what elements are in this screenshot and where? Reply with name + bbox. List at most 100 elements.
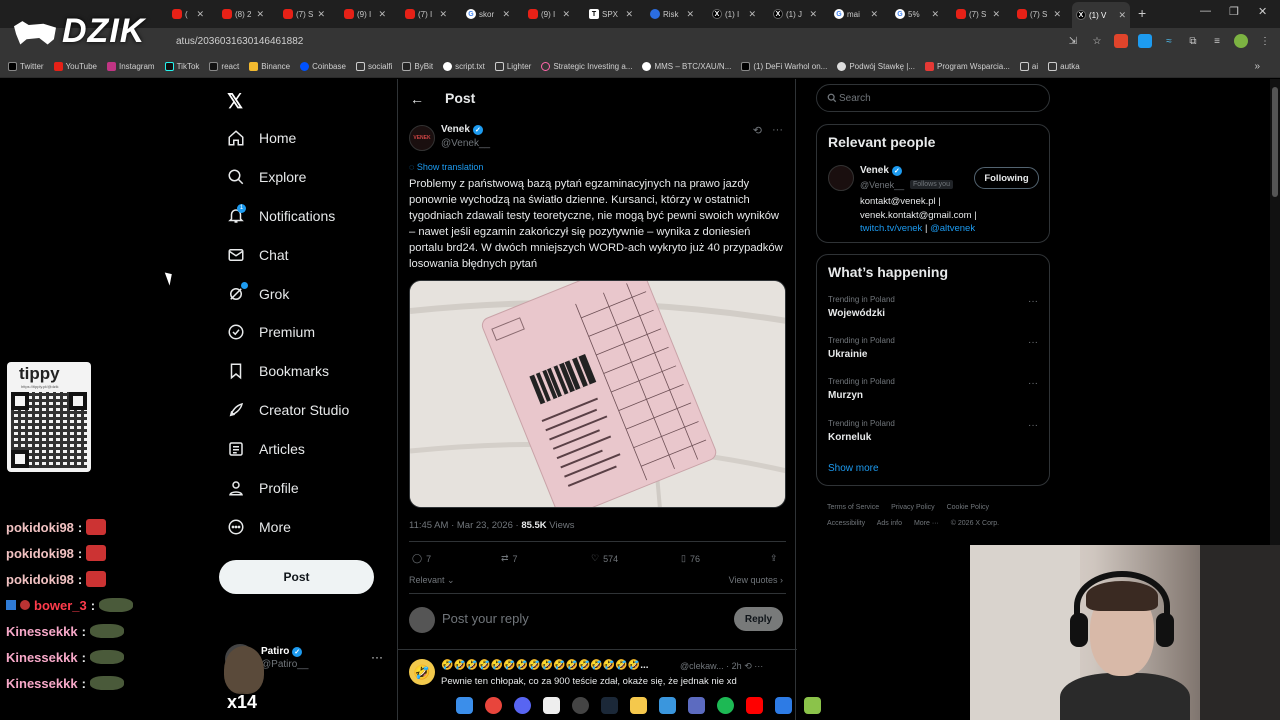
- trend-item[interactable]: Korneluk: [828, 432, 871, 443]
- bookmark-folder[interactable]: ai: [1019, 62, 1038, 71]
- footer-link[interactable]: Terms of Service: [827, 504, 879, 511]
- grok-icon[interactable]: ⟲: [753, 124, 762, 137]
- extension-icon[interactable]: [1138, 34, 1152, 48]
- close-icon[interactable]: ✕: [625, 9, 637, 20]
- browser-tab[interactable]: (9) I ✕: [524, 4, 574, 24]
- folder-icon[interactable]: [630, 696, 647, 714]
- spotify-icon[interactable]: [717, 696, 734, 714]
- discord-icon[interactable]: [514, 696, 531, 714]
- browser-tab[interactable]: Gmai ✕: [830, 4, 882, 24]
- nav-home[interactable]: Home: [227, 126, 296, 150]
- show-more-link[interactable]: Show more: [828, 463, 879, 474]
- obs-icon[interactable]: [572, 696, 589, 714]
- steam-icon[interactable]: [601, 696, 618, 714]
- nav-profile[interactable]: Profile: [227, 476, 299, 500]
- author-handle[interactable]: @Venek__: [441, 138, 490, 149]
- browser-tab[interactable]: Gskor ✕: [462, 4, 514, 24]
- nav-articles[interactable]: Articles: [227, 437, 305, 461]
- browser-tab[interactable]: (7) S ✕: [952, 4, 1004, 24]
- footer-link[interactable]: Accessibility: [827, 520, 865, 527]
- author-name[interactable]: Venek ✓: [441, 124, 483, 135]
- more-icon[interactable]: ···: [1028, 420, 1038, 431]
- reply-author-name[interactable]: 🤣🤣🤣🤣🤣🤣🤣🤣🤣🤣🤣🤣🤣🤣🤣🤣...: [441, 660, 649, 671]
- footer-link[interactable]: Privacy Policy: [891, 504, 935, 511]
- like-action[interactable]: ♡ 574: [591, 553, 618, 564]
- close-icon[interactable]: ✕: [502, 9, 514, 20]
- avatar[interactable]: [1234, 34, 1248, 48]
- browser-tab-active[interactable]: X (1) V ✕: [1072, 2, 1130, 28]
- browser-tab[interactable]: (7) I ✕: [401, 4, 451, 24]
- post-timestamp[interactable]: 11:45 AM · Mar 23, 2026 ·: [409, 520, 521, 531]
- browser-tab[interactable]: (8) 2 ✕: [218, 4, 268, 24]
- browser-tab[interactable]: G 5% ✕: [891, 4, 943, 24]
- close-icon[interactable]: ✕: [870, 9, 882, 20]
- back-arrow-icon[interactable]: ←: [410, 91, 424, 107]
- reply-input[interactable]: Post your reply: [442, 611, 529, 626]
- install-app-icon[interactable]: ⇲: [1066, 34, 1080, 48]
- avatar[interactable]: [828, 165, 854, 191]
- menu-icon[interactable]: ≡: [1210, 34, 1224, 48]
- bookmark-item[interactable]: MMS – BTC/XAU/N...: [642, 62, 731, 71]
- reply-button[interactable]: Reply: [734, 607, 783, 631]
- youtube-icon[interactable]: [746, 696, 763, 714]
- repost-action[interactable]: ⇄ 7: [501, 553, 518, 564]
- following-button[interactable]: Following: [974, 167, 1039, 189]
- x-logo-icon[interactable]: 𝕏: [227, 89, 243, 114]
- minimize-icon[interactable]: —: [1200, 5, 1211, 17]
- kebab-icon[interactable]: ⋮: [1258, 34, 1272, 48]
- close-icon[interactable]: ✕: [378, 9, 390, 20]
- browser-tab[interactable]: T SPX ✕: [585, 4, 637, 24]
- browser-tab[interactable]: (7) S ✕: [1013, 4, 1065, 24]
- bio-link[interactable]: twitch.tv/venek: [860, 223, 922, 234]
- footer-link[interactable]: Cookie Policy: [947, 504, 989, 511]
- windows-start-icon[interactable]: [456, 696, 473, 714]
- nav-explore[interactable]: Explore: [227, 165, 306, 189]
- window-close-icon[interactable]: ✕: [1258, 5, 1267, 18]
- trend-item[interactable]: Ukrainie: [828, 349, 867, 360]
- person-handle[interactable]: @Venek__: [860, 180, 904, 190]
- browser-tab[interactable]: (✕: [168, 4, 208, 24]
- trend-item[interactable]: Murzyn: [828, 390, 863, 401]
- close-icon[interactable]: ✕: [256, 9, 268, 20]
- post-image[interactable]: [409, 280, 786, 508]
- nav-bookmarks[interactable]: Bookmarks: [227, 359, 329, 383]
- bookmark-item[interactable]: Coinbase: [300, 62, 346, 71]
- bookmark-folder[interactable]: socialfi: [355, 62, 392, 71]
- close-icon[interactable]: ✕: [748, 9, 760, 20]
- bookmark-item[interactable]: Instagram: [107, 62, 155, 71]
- puzzle-icon[interactable]: ⧉: [1186, 34, 1200, 48]
- star-icon[interactable]: ☆: [1090, 34, 1104, 48]
- more-icon[interactable]: ···: [1028, 337, 1038, 348]
- bookmark-item[interactable]: Twitter: [8, 62, 44, 71]
- browser-tab[interactable]: Risk ✕: [646, 4, 698, 24]
- close-icon[interactable]: ✕: [562, 9, 574, 20]
- extension-icon[interactable]: ≈: [1162, 34, 1176, 48]
- browser-tab[interactable]: (7) S ✕: [279, 4, 329, 24]
- bookmark-item[interactable]: Lighter: [494, 62, 531, 71]
- bookmark-action[interactable]: ▯ 76: [681, 553, 700, 564]
- restore-icon[interactable]: ❐: [1229, 5, 1239, 18]
- footer-link[interactable]: Ads info: [877, 520, 902, 527]
- scrollbar-thumb[interactable]: [1272, 87, 1278, 197]
- bookmark-item[interactable]: script.txt: [443, 62, 485, 71]
- bookmark-item[interactable]: YouTube: [53, 62, 97, 71]
- extension-icon[interactable]: [1114, 34, 1128, 48]
- bio-link[interactable]: @altvenek: [930, 223, 975, 234]
- more-icon[interactable]: ···: [1028, 296, 1038, 307]
- app-icon[interactable]: [543, 696, 560, 714]
- browser-tab[interactable]: (9) I ✕: [340, 4, 390, 24]
- app-icon[interactable]: [659, 696, 676, 714]
- bookmarks-overflow-icon[interactable]: »: [1254, 61, 1260, 72]
- close-icon[interactable]: ✕: [809, 9, 821, 20]
- close-icon[interactable]: ✕: [196, 9, 208, 20]
- more-icon[interactable]: ···: [371, 650, 383, 664]
- view-quotes-link[interactable]: View quotes ›: [729, 575, 783, 585]
- chrome-icon[interactable]: [485, 696, 502, 714]
- close-icon[interactable]: ✕: [931, 9, 943, 20]
- bookmark-item[interactable]: Binance: [249, 62, 290, 71]
- url-field[interactable]: atus/2036031630146461882: [176, 36, 303, 47]
- close-icon[interactable]: ✕: [1118, 10, 1130, 21]
- footer-link[interactable]: More ···: [914, 520, 939, 527]
- nav-more[interactable]: More: [227, 515, 291, 539]
- close-icon[interactable]: ✕: [686, 9, 698, 20]
